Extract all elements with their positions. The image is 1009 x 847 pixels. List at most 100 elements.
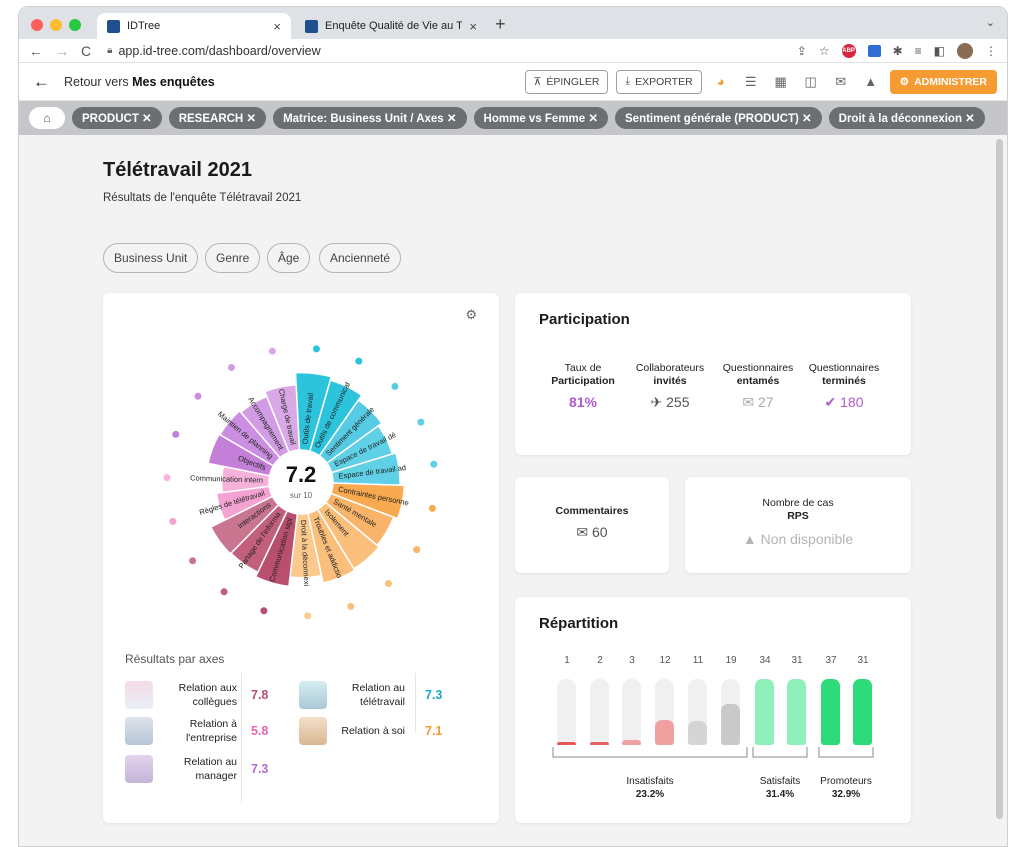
comments-icon[interactable]: ✉	[830, 74, 852, 90]
axis-manager[interactable]: Relation au manager 7.3	[125, 755, 275, 783]
axis-company[interactable]: Relation à l'entreprise 5.8	[125, 717, 275, 745]
reading-list-icon[interactable]: ≡	[915, 44, 922, 58]
radial-label: Communication intern	[190, 473, 263, 484]
bar-count: 2	[597, 655, 603, 666]
back-arrow-icon[interactable]: ←	[29, 43, 43, 59]
tab-title: Enquête Qualité de Vie au Trav	[325, 20, 463, 32]
adblock-icon[interactable]: ABP	[841, 43, 856, 58]
bar-track[interactable]	[821, 679, 840, 745]
url-field[interactable]: 🔒︎ app.id-tree.com/dashboard/overview	[107, 44, 785, 58]
axis-value: 7.3	[251, 762, 269, 776]
puzzle-icon[interactable]: ✱	[893, 44, 903, 58]
bar-count: 34	[759, 655, 771, 666]
filter-chip-research[interactable]: RESEARCH ✕	[168, 107, 267, 129]
sidepanel-icon[interactable]: ◧	[934, 44, 945, 58]
export-button[interactable]: ⤓ EXPORTER	[616, 69, 702, 94]
lock-icon: 🔒︎	[107, 45, 113, 56]
tab-idtree[interactable]: IDTree ×	[97, 13, 291, 39]
tab-close-icon[interactable]: ×	[273, 19, 281, 34]
segment-business-unit[interactable]: Business Unit	[103, 243, 199, 273]
tab-close-icon[interactable]: ×	[469, 19, 477, 34]
admin-label: ADMINISTRER	[914, 75, 987, 88]
segment-anciennete[interactable]: Ancienneté	[319, 243, 402, 273]
pie-chart-icon[interactable]: ◕	[710, 74, 732, 89]
bar-track[interactable]	[853, 679, 872, 745]
axis-colleagues[interactable]: Relation aux collègues 7.8	[125, 681, 275, 709]
bar-track[interactable]	[755, 679, 774, 745]
more-menu-icon[interactable]: ⋮	[985, 44, 997, 58]
tab-enquete[interactable]: Enquête Qualité de Vie au Trav ×	[295, 13, 487, 39]
alert-icon[interactable]: ▲	[860, 74, 882, 89]
page-subtitle: Résultats de l'enquête Télétravail 2021	[103, 192, 302, 204]
stat-value: 255	[666, 394, 690, 410]
comments-value: 60	[592, 524, 608, 540]
idtree-favicon-icon	[107, 19, 120, 33]
stat-value: 27	[758, 394, 774, 410]
bar-count: 3	[629, 655, 635, 666]
stat-label-bold: Participation	[551, 375, 615, 387]
maximize-window-button[interactable]	[69, 19, 81, 31]
back-link[interactable]: Retour vers Mes enquêtes	[64, 75, 215, 89]
bar-fill	[755, 679, 774, 745]
radial-dot	[428, 504, 436, 512]
filter-chip-homme-femme[interactable]: Homme vs Femme ✕	[473, 107, 609, 129]
bar-track[interactable]	[688, 679, 707, 745]
filter-chip-sentiment[interactable]: Sentiment générale (PRODUCT) ✕	[615, 107, 822, 129]
bar-fill	[590, 742, 609, 745]
tab-title: IDTree	[127, 20, 161, 32]
layout-icon[interactable]: ◫	[800, 74, 822, 90]
dashboard-content: Télétravail 2021 Résultats de l'enquête …	[19, 135, 1007, 844]
home-icon[interactable]: ⌂	[29, 107, 65, 129]
pin-button[interactable]: ⊼ ÉPINGLER	[524, 69, 609, 94]
comments-card[interactable]: Commentaires ✉ 60	[515, 477, 669, 573]
browser-window: IDTree × Enquête Qualité de Vie au Trav …	[18, 6, 1008, 847]
stat-label-bold: entamés	[736, 375, 780, 387]
back-prefix: Retour vers	[64, 74, 133, 89]
axis-label: Relation au	[351, 682, 405, 694]
download-icon: ⤓	[625, 75, 631, 87]
new-tab-button[interactable]: +	[495, 14, 506, 35]
stat-label: Collaborateurs	[635, 362, 705, 374]
bar-count: 12	[659, 655, 671, 666]
filter-chip-product[interactable]: PRODUCT ✕	[72, 107, 162, 129]
filter-chip-matrice[interactable]: Matrice: Business Unit / Axes ✕	[273, 107, 467, 129]
manager-illustration	[125, 755, 153, 783]
self-illustration	[299, 717, 327, 745]
forward-arrow-icon[interactable]: →	[55, 43, 69, 59]
radial-dot	[169, 517, 177, 525]
axes-title: Résultats par axes	[125, 652, 225, 666]
extension-blue-icon[interactable]	[867, 44, 881, 57]
segment-age[interactable]: Âge	[267, 243, 311, 273]
reload-icon[interactable]: C	[81, 43, 91, 59]
toolbar: ⊼ ÉPINGLER ⤓ EXPORTER ◕ ☰ ▦ ◫ ✉ ▲ ⚙ ADMINIS…	[524, 69, 997, 94]
axis-telework[interactable]: Relation au télétravail 7.3	[299, 681, 459, 709]
stat-started: Questionnaires entamés ✉ 27	[715, 362, 801, 409]
group-pct: 31.4%	[765, 789, 795, 800]
admin-button[interactable]: ⚙ ADMINISTRER	[889, 69, 997, 94]
colleagues-illustration	[125, 681, 153, 709]
bar-track[interactable]	[590, 679, 609, 745]
close-window-button[interactable]	[31, 19, 43, 31]
bar-track[interactable]	[721, 679, 740, 745]
filter-chip-deconnexion[interactable]: Droit à la déconnexion ✕	[828, 107, 985, 129]
bar-count: 1	[564, 655, 570, 666]
radial-dot	[417, 418, 425, 426]
tab-search-chevron-icon[interactable]: ⌄	[986, 16, 995, 29]
bar-track[interactable]	[622, 679, 641, 745]
back-arrow-icon[interactable]: ←	[33, 72, 50, 92]
segment-genre[interactable]: Genre	[205, 243, 261, 273]
stat-value: 180	[840, 394, 864, 410]
bookmark-star-icon[interactable]: ☆	[819, 44, 830, 58]
participation-card: Participation Taux de Participation 81% …	[515, 293, 911, 455]
page-scrollbar[interactable]	[996, 139, 1003, 819]
minimize-window-button[interactable]	[50, 19, 62, 31]
profile-avatar[interactable]	[957, 42, 973, 59]
grid-view-icon[interactable]: ▦	[770, 74, 792, 90]
bar-track[interactable]	[557, 679, 576, 745]
axis-label: manager	[195, 770, 237, 782]
bar-track[interactable]	[787, 679, 806, 745]
bar-track[interactable]	[655, 679, 674, 745]
list-view-icon[interactable]: ☰	[740, 74, 762, 90]
axis-self[interactable]: Relation à soi 7.1	[299, 717, 459, 745]
share-icon[interactable]: ⇪	[797, 44, 807, 58]
